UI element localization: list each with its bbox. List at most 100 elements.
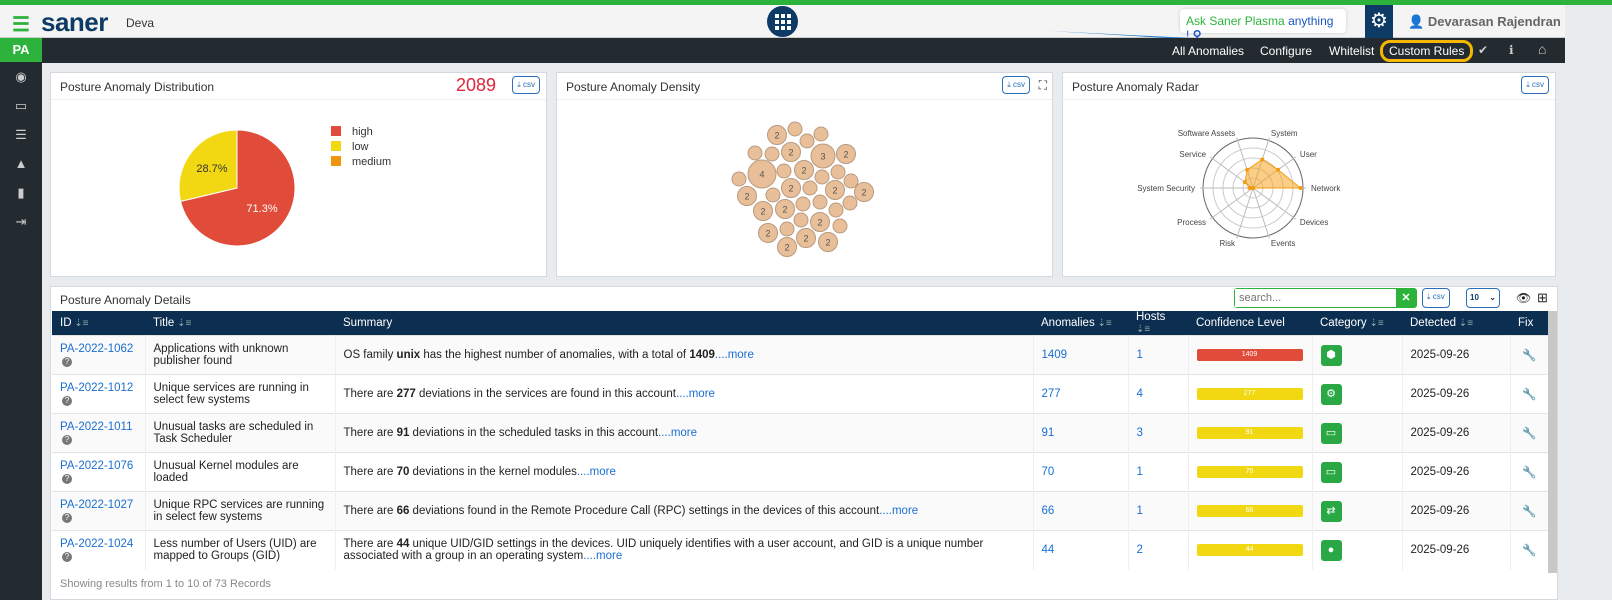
column-header[interactable]: Title ⇣≡ bbox=[145, 311, 335, 336]
monitor-icon[interactable]: ▭ bbox=[1320, 422, 1342, 444]
wrench-icon[interactable]: 🔧 bbox=[1510, 452, 1550, 492]
anomaly-id-link[interactable]: PA-2022-1012 bbox=[60, 382, 133, 394]
account-name[interactable]: Deva bbox=[126, 16, 154, 30]
sort-icon[interactable]: ⇣≡ bbox=[1095, 318, 1111, 329]
table-grid-icon[interactable]: ⊞ bbox=[1537, 290, 1548, 306]
help-icon[interactable]: ? bbox=[62, 396, 72, 406]
column-header[interactable]: Anomalies ⇣≡ bbox=[1033, 311, 1128, 336]
bubble-chart: 22 3 24 22 2 222 222 2 22 bbox=[731, 121, 874, 257]
radar-axis-label: Network bbox=[1311, 184, 1341, 193]
anomalies-count-link[interactable]: 70 bbox=[1042, 466, 1055, 478]
pa-badge[interactable]: PA bbox=[0, 38, 42, 62]
sort-icon[interactable]: ⇣≡ bbox=[1456, 318, 1473, 329]
help-icon[interactable]: ? bbox=[62, 474, 72, 484]
anomaly-summary: There are 44 unique UID/GID settings in … bbox=[335, 530, 1034, 570]
nav-whitelist[interactable]: Whitelist bbox=[1329, 44, 1374, 58]
help-icon[interactable]: ? bbox=[62, 513, 72, 523]
density-bubble bbox=[842, 195, 858, 211]
more-link[interactable]: ....more bbox=[658, 427, 697, 439]
anomalies-count-link[interactable]: 91 bbox=[1042, 427, 1055, 439]
pie-value-label: 28.7% bbox=[196, 163, 227, 175]
detected-date: 2025-09-26 bbox=[1402, 452, 1511, 492]
menu-icon[interactable]: ☰ bbox=[12, 12, 30, 37]
csv-export-button[interactable]: ⤓ csv bbox=[1422, 288, 1450, 308]
more-link[interactable]: ....more bbox=[676, 388, 715, 400]
anomaly-summary: OS family unix has the highest number of… bbox=[335, 335, 1034, 375]
column-header[interactable]: Detected ⇣≡ bbox=[1402, 311, 1510, 336]
app-grid-button[interactable] bbox=[767, 6, 798, 37]
gears-icon[interactable]: ⚙ bbox=[1320, 383, 1342, 405]
check-circle-icon[interactable]: ✔ bbox=[1478, 43, 1488, 57]
anomaly-title: Unique RPC services are running in selec… bbox=[145, 491, 336, 531]
nav-custom-rules[interactable]: Custom Rules bbox=[1380, 40, 1474, 62]
anomaly-id-link[interactable]: PA-2022-1024 bbox=[60, 538, 133, 550]
sort-icon[interactable]: ⇣≡ bbox=[72, 318, 88, 329]
user-circle-icon[interactable]: ● bbox=[1320, 539, 1342, 561]
sort-icon[interactable]: ⇣≡ bbox=[1136, 324, 1150, 335]
eye-icon[interactable]: ◉ bbox=[0, 62, 42, 91]
radar-axis-label: Events bbox=[1271, 239, 1295, 248]
page-size-select[interactable]: 10 ⌄ bbox=[1466, 288, 1500, 308]
boxes-icon[interactable]: ⬢ bbox=[1320, 344, 1342, 366]
monitor-icon[interactable]: ▭ bbox=[1320, 461, 1342, 483]
wrench-icon[interactable]: 🔧 bbox=[1510, 374, 1550, 414]
anomaly-table: ID ⇣≡ Title ⇣≡ Summary Anomalies ⇣≡ Hosts ⇣≡… bbox=[52, 311, 1550, 570]
exchange-icon[interactable]: ⇄ bbox=[1320, 500, 1342, 522]
home-icon[interactable]: ⌂ bbox=[1538, 41, 1546, 57]
density-bubble bbox=[793, 212, 809, 228]
hosts-count-link[interactable]: 4 bbox=[1137, 388, 1143, 400]
anomalies-count-link[interactable]: 66 bbox=[1042, 505, 1055, 517]
wrench-icon[interactable]: 🔧 bbox=[1510, 335, 1550, 375]
sort-icon[interactable]: ⇣≡ bbox=[1367, 318, 1383, 329]
book-icon[interactable]: ▮ bbox=[0, 178, 42, 207]
sort-icon[interactable]: ⇣≡ bbox=[174, 318, 191, 329]
anomalies-count-link[interactable]: 1409 bbox=[1042, 349, 1068, 361]
table-scrollbar[interactable] bbox=[1548, 311, 1557, 573]
sign-out-icon[interactable]: ⇥ bbox=[0, 207, 42, 236]
detected-date: 2025-09-26 bbox=[1402, 335, 1511, 375]
list-icon[interactable]: ☰ bbox=[0, 120, 42, 149]
legend-swatch bbox=[331, 126, 341, 136]
hosts-count-link[interactable]: 2 bbox=[1137, 544, 1143, 556]
more-link[interactable]: ....more bbox=[715, 349, 754, 361]
info-icon[interactable]: ℹ bbox=[1509, 43, 1514, 57]
hosts-count-link[interactable]: 1 bbox=[1137, 505, 1143, 517]
bubble-value-label: 2 bbox=[861, 188, 866, 198]
more-link[interactable]: ....more bbox=[577, 466, 616, 478]
table-row: PA-2022-1024? Less number of Users (UID)… bbox=[52, 530, 1550, 570]
column-header[interactable]: ID ⇣≡ bbox=[52, 311, 145, 336]
anomaly-id-link[interactable]: PA-2022-1062 bbox=[60, 343, 133, 355]
anomaly-id-link[interactable]: PA-2022-1027 bbox=[60, 499, 133, 511]
anomalies-count-link[interactable]: 44 bbox=[1042, 544, 1055, 556]
anomaly-id-link[interactable]: PA-2022-1011 bbox=[60, 421, 132, 433]
clear-search-button[interactable]: ✕ bbox=[1396, 289, 1416, 307]
help-icon[interactable]: ? bbox=[62, 552, 72, 563]
hosts-count-link[interactable]: 1 bbox=[1137, 466, 1143, 478]
confidence-bar: 91 bbox=[1196, 427, 1303, 439]
hosts-count-link[interactable]: 1 bbox=[1137, 349, 1143, 361]
detected-date: 2025-09-26 bbox=[1402, 530, 1511, 570]
hosts-count-link[interactable]: 3 bbox=[1137, 427, 1143, 439]
monitor-icon[interactable]: ▭ bbox=[0, 91, 42, 120]
wrench-icon[interactable]: 🔧 bbox=[1510, 413, 1550, 453]
nav-configure[interactable]: Configure bbox=[1260, 44, 1312, 58]
column-header[interactable]: Category ⇣≡ bbox=[1312, 311, 1402, 336]
wrench-icon[interactable]: 🔧 bbox=[1510, 491, 1550, 531]
details-panel: Posture Anomaly Details ID ⇣≡ Title ⇣≡ Sum… bbox=[50, 286, 1558, 600]
search-box: ✕ bbox=[1234, 288, 1417, 308]
column-header[interactable]: Hosts ⇣≡ bbox=[1128, 311, 1188, 336]
search-input[interactable] bbox=[1235, 289, 1393, 307]
wrench-icon[interactable]: 🔧 bbox=[1510, 530, 1550, 570]
confidence-bar: 44 bbox=[1196, 544, 1303, 557]
anomaly-id-link[interactable]: PA-2022-1076 bbox=[60, 460, 133, 472]
help-icon[interactable]: ? bbox=[62, 357, 72, 367]
warning-icon[interactable]: ▲ bbox=[0, 149, 42, 178]
table-row: PA-2022-1011? Unusual tasks are schedule… bbox=[52, 413, 1550, 453]
nav-all-anomalies[interactable]: All Anomalies bbox=[1172, 44, 1244, 58]
hide-columns-icon[interactable]: 👁 bbox=[1516, 291, 1531, 305]
pie-chart: 71.3% 28.7% high low medium bbox=[178, 126, 391, 247]
anomalies-count-link[interactable]: 277 bbox=[1042, 388, 1061, 400]
more-link[interactable]: ....more bbox=[879, 505, 918, 517]
more-link[interactable]: ....more bbox=[583, 550, 622, 562]
help-icon[interactable]: ? bbox=[62, 435, 72, 445]
